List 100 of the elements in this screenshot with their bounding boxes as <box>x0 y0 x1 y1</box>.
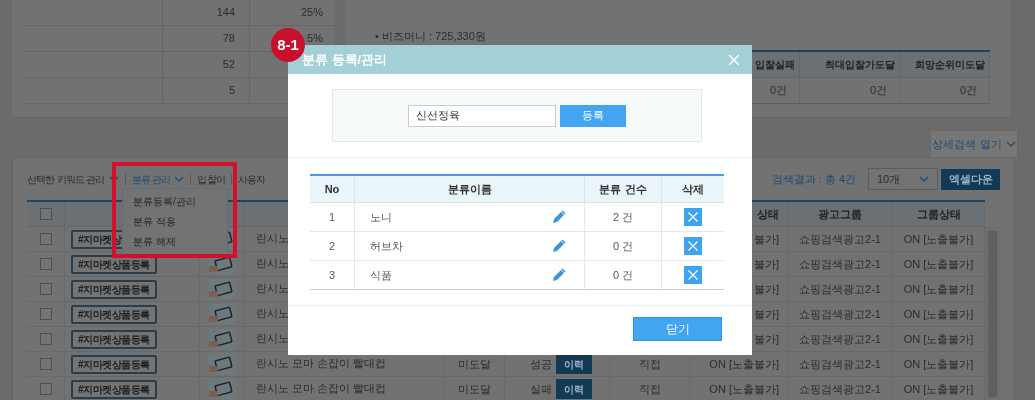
dialog-title: 분류 등록/관리 <box>302 50 388 69</box>
table-cell-text: 불가] <box>753 306 779 322</box>
column-header: 상태 <box>757 206 779 222</box>
table-cell: 란시노 <box>256 231 289 247</box>
tag-button[interactable]: #지마켓상품등록 <box>71 379 157 399</box>
photo-placeholder <box>208 304 236 324</box>
column-header: 광고그룹 <box>818 206 862 222</box>
table-cell-text: 3 <box>328 267 336 283</box>
table-cell-text: 2 건 <box>612 209 634 225</box>
tag-button[interactable]: #지마켓상품등록 <box>71 354 157 374</box>
photo-placeholder <box>208 279 236 299</box>
table-cell: 란시노 모마 손잡이 빨대컵 <box>256 381 386 397</box>
menu-item[interactable]: 분류 적용 <box>123 212 227 232</box>
account-info-text: • 비즈머니 : 725,330원 <box>375 30 487 43</box>
table-cell-text: 0 건 <box>612 238 634 254</box>
delete-icon[interactable] <box>684 237 702 255</box>
table-cell-text: ON [노출불가] <box>903 256 974 272</box>
checkbox[interactable] <box>39 208 52 220</box>
table-cell-text: 성공 <box>530 356 552 372</box>
close-icon[interactable] <box>728 53 740 66</box>
detail-search-button[interactable]: 상세검색 열기 <box>930 130 1018 157</box>
photo-placeholder <box>208 379 236 399</box>
toolbar-menu[interactable]: 입찰이 <box>197 171 225 187</box>
table-cell: 란시노 <box>256 256 289 272</box>
menu-item[interactable]: 분류등록/관리 <box>123 192 227 212</box>
table-cell-text: 0건 <box>769 83 787 99</box>
table-cell-text: 쇼핑검색광고2-1 <box>799 231 881 247</box>
toolbar-menu[interactable]: 선택한 키워드 관리 <box>27 171 119 187</box>
chevron-down-icon <box>919 176 929 182</box>
table-cell-text: 실패 <box>530 381 552 397</box>
delete-icon[interactable] <box>684 208 702 226</box>
tag-button[interactable]: #지마켓상품등록 <box>71 329 157 349</box>
column-header: 그룹상태 <box>916 206 961 222</box>
table-cell-text: ON [노출불가] <box>903 306 974 322</box>
table-cell-text: 0건 <box>959 83 977 99</box>
tag-button[interactable]: #지마켓상품등록 <box>71 279 157 299</box>
page-size-select[interactable]: 10개 <box>868 168 938 190</box>
checkbox[interactable] <box>39 308 52 320</box>
pencil-icon[interactable] <box>552 210 566 224</box>
close-button[interactable]: 닫기 <box>633 317 722 341</box>
table-cell-text: ON [노출불가] <box>903 381 974 397</box>
table-cell-text: 불가] <box>753 281 779 297</box>
checkbox[interactable] <box>39 233 52 245</box>
table-cell-text: 0 건 <box>612 267 634 283</box>
toolbar-menu[interactable]: 사용자 <box>237 171 266 187</box>
column-header: No <box>324 181 340 197</box>
table-cell-text: 0건 <box>869 83 887 99</box>
checkbox[interactable] <box>39 258 52 270</box>
delete-icon[interactable] <box>684 266 702 284</box>
category-input[interactable]: 신선정육 <box>408 104 556 127</box>
photo-placeholder <box>208 354 236 374</box>
checkbox[interactable] <box>39 333 52 345</box>
column-header: 분류이름 <box>447 181 492 197</box>
table-cell: 란시노 <box>256 281 289 297</box>
column-header: 입찰실패 <box>755 58 795 72</box>
register-button[interactable]: 등록 <box>560 104 626 127</box>
table-cell-text: ON [노출불가] <box>709 356 779 372</box>
table-cell-text: 직접 <box>638 356 661 372</box>
table-cell-text: 직접 <box>638 381 661 397</box>
pencil-icon[interactable] <box>552 268 566 282</box>
table-cell-text: 쇼핑검색광고2-1 <box>799 306 881 322</box>
table-cell-text: 노니 <box>370 209 392 225</box>
column-header: 희망순위미도달 <box>915 58 985 72</box>
checkbox[interactable] <box>39 383 52 395</box>
history-button[interactable]: 이력 <box>556 379 592 399</box>
table-cell-text: 허브차 <box>370 238 403 254</box>
count-cell-text: 5 <box>228 83 235 99</box>
share-cell-text: 25% <box>300 5 323 21</box>
share-cell-text: 5% <box>307 31 323 47</box>
photo-placeholder <box>208 329 236 349</box>
column-header: 삭제 <box>682 181 704 197</box>
checkbox[interactable] <box>39 358 52 370</box>
table-cell-text: 1 <box>328 209 336 225</box>
table-cell-text: 쇼핑검색광고2-1 <box>799 331 881 347</box>
table-cell-text: ON [노출불가] <box>903 231 974 247</box>
count-cell-text: 78 <box>222 31 235 47</box>
table-cell-text: ON [노출불가] <box>709 381 779 397</box>
excel-download-button[interactable]: 엑셀다운 <box>941 168 1000 190</box>
table-cell-text: 미도달 <box>458 381 491 397</box>
history-button[interactable]: 이력 <box>556 354 592 374</box>
tag-button[interactable]: #지마켓상품등록 <box>71 304 157 324</box>
toolbar-menu[interactable]: 분류 관리 <box>131 171 185 187</box>
column-header: 최대입찰가도달 <box>825 58 895 72</box>
table-cell-text: 식품 <box>370 267 392 283</box>
table-cell-text: 쇼핑검색광고2-1 <box>799 356 881 372</box>
table-cell-text: 2 <box>328 238 336 254</box>
table-cell: 란시노 <box>256 306 289 322</box>
table-cell: 란시노 모마 손잡이 빨대컵 <box>256 356 386 372</box>
table-cell-text: ON [노출불가] <box>903 331 974 347</box>
table-cell-text: ON [노출불가] <box>903 281 974 297</box>
table-cell-text: 쇼핑검색광고2-1 <box>799 281 881 297</box>
table-cell-text: 불가] <box>753 331 779 347</box>
table-cell-text: 쇼핑검색광고2-1 <box>799 256 881 272</box>
count-cell-text: 144 <box>216 5 235 21</box>
result-count: 검색결과 : 총 4건 <box>771 171 856 187</box>
pencil-icon[interactable] <box>552 239 566 253</box>
column-header: 분류 건수 <box>599 181 647 197</box>
checkbox[interactable] <box>39 283 52 295</box>
table-cell-text: ON [노출불가] <box>903 356 974 372</box>
table-cell-text: 미도달 <box>458 356 491 372</box>
